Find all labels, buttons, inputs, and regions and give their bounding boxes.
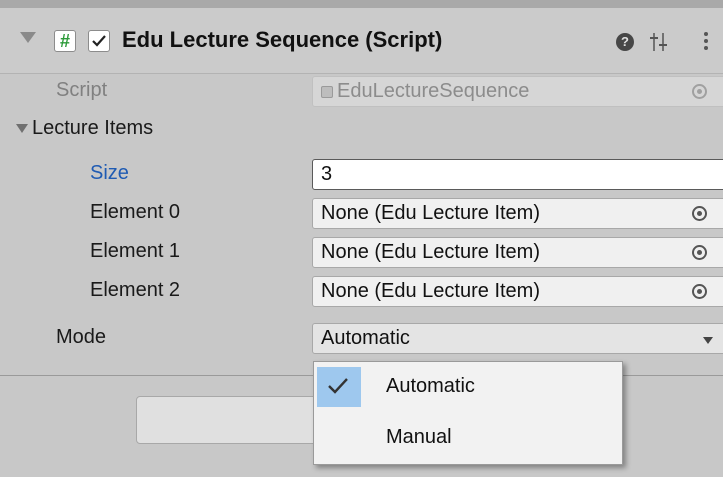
mode-row: Mode Automatic (0, 322, 723, 360)
component-enabled-checkbox[interactable] (88, 30, 110, 52)
inspector-top-strip (0, 0, 723, 8)
context-menu-icon[interactable] (703, 30, 709, 54)
script-field-value: EduLectureSequence (337, 80, 530, 102)
element-object-field[interactable]: None (Edu Lecture Item) (312, 237, 723, 268)
script-row: Script EduLectureSequence (0, 73, 723, 111)
element-value: None (Edu Lecture Item) (321, 241, 540, 263)
help-icon[interactable]: ? (616, 33, 634, 51)
element-object-field[interactable]: None (Edu Lecture Item) (312, 198, 723, 229)
script-label: Script (56, 79, 108, 101)
element-row: Element 0 None (Edu Lecture Item) (0, 195, 723, 233)
element-row: Element 2 None (Edu Lecture Item) (0, 273, 723, 311)
element-value: None (Edu Lecture Item) (321, 280, 540, 302)
lecture-items-row[interactable]: Lecture Items (0, 111, 723, 149)
component-title: Edu Lecture Sequence (Script) (122, 27, 443, 52)
menu-item-manual[interactable]: Manual (314, 414, 622, 460)
object-picker-icon (692, 84, 707, 99)
element-value: None (Edu Lecture Item) (321, 202, 540, 224)
component-header[interactable]: # Edu Lecture Sequence (Script) ? (0, 8, 723, 74)
checkmark-icon (328, 378, 348, 394)
checkmark-icon (92, 35, 106, 47)
size-row: Size 3 (0, 156, 723, 194)
dropdown-arrow-icon (703, 337, 713, 344)
element-label: Element 1 (90, 240, 181, 262)
mode-label: Mode (56, 326, 107, 348)
element-object-field[interactable]: None (Edu Lecture Item) (312, 276, 723, 307)
object-picker-icon[interactable] (692, 245, 707, 260)
size-label: Size (90, 162, 129, 184)
lecture-items-label[interactable]: Lecture Items (32, 117, 153, 140)
element-label: Element 0 (90, 201, 181, 223)
element-label: Element 2 (90, 279, 181, 301)
menu-item-label: Automatic (386, 375, 475, 397)
object-picker-icon[interactable] (692, 206, 707, 221)
mode-dropdown[interactable]: Automatic (312, 323, 723, 354)
element-row: Element 1 None (Edu Lecture Item) (0, 234, 723, 272)
presets-icon[interactable] (650, 32, 668, 52)
size-input[interactable]: 3 (312, 159, 723, 190)
script-field: EduLectureSequence (312, 76, 723, 107)
menu-item-automatic[interactable]: Automatic (314, 364, 622, 410)
script-asset-icon (321, 86, 333, 98)
foldout-arrow-icon[interactable] (20, 32, 36, 43)
script-icon: # (54, 30, 76, 52)
mode-selected-value: Automatic (321, 327, 410, 349)
section-foldout-icon[interactable] (16, 124, 28, 133)
mode-dropdown-menu: Automatic Manual (313, 361, 623, 465)
selected-indicator (317, 367, 361, 407)
menu-item-label: Manual (386, 426, 452, 448)
object-picker-icon[interactable] (692, 284, 707, 299)
